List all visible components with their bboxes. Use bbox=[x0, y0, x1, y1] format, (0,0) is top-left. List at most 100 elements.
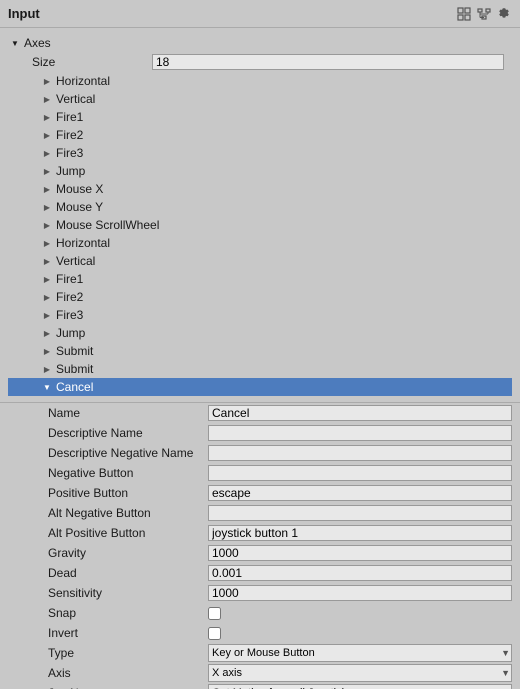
item-arrow-16: ▶ bbox=[40, 362, 54, 376]
prop-sensitivity-row: Sensitivity bbox=[0, 583, 520, 603]
item-label-7: Mouse Y bbox=[56, 200, 103, 214]
axes-item-4[interactable]: ▶ Fire3 bbox=[8, 144, 512, 162]
prop-invert-checkbox[interactable] bbox=[208, 627, 221, 640]
axes-item-6[interactable]: ▶ Mouse X bbox=[8, 180, 512, 198]
axes-item-2[interactable]: ▶ Fire1 bbox=[8, 108, 512, 126]
item-arrow-10: ▶ bbox=[40, 254, 54, 268]
title-bar: Input bbox=[0, 0, 520, 28]
prop-alt-neg-button-label: Alt Negative Button bbox=[48, 506, 208, 520]
item-label-10: Vertical bbox=[56, 254, 95, 268]
size-input[interactable] bbox=[152, 54, 504, 70]
item-arrow-4: ▶ bbox=[40, 146, 54, 160]
prop-type-row: Type Key or Mouse Button Mouse Movement … bbox=[0, 643, 520, 663]
axes-item-15[interactable]: ▶ Submit bbox=[8, 342, 512, 360]
item-arrow-14: ▶ bbox=[40, 326, 54, 340]
settings-icon[interactable] bbox=[496, 6, 512, 22]
item-label-4: Fire3 bbox=[56, 146, 83, 160]
prop-axis-select-wrapper: X axis Y axis Z axis ▼ bbox=[208, 664, 512, 682]
axes-item-13[interactable]: ▶ Fire3 bbox=[8, 306, 512, 324]
item-label-15: Submit bbox=[56, 344, 93, 358]
prop-name-label: Name bbox=[48, 406, 208, 420]
axes-section: ▼ Axes Size ▶ Horizontal ▶ Vertical ▶ Fi… bbox=[0, 32, 520, 398]
prop-alt-pos-button-row: Alt Positive Button bbox=[0, 523, 520, 543]
cancel-label: Cancel bbox=[56, 380, 93, 394]
prop-pos-button-row: Positive Button bbox=[0, 483, 520, 503]
hierarchy-icon[interactable] bbox=[476, 6, 492, 22]
axes-item-cancel[interactable]: ▼ Cancel bbox=[8, 378, 512, 396]
prop-neg-button-label: Negative Button bbox=[48, 466, 208, 480]
prop-desc-neg-name-input[interactable] bbox=[208, 445, 512, 461]
prop-gravity-input[interactable] bbox=[208, 545, 512, 561]
main-content: ▼ Axes Size ▶ Horizontal ▶ Vertical ▶ Fi… bbox=[0, 28, 520, 689]
item-arrow-3: ▶ bbox=[40, 128, 54, 142]
prop-snap-row: Snap bbox=[0, 603, 520, 623]
prop-joy-num-row: Joy Num Get Motion from all Joysticks Jo… bbox=[0, 683, 520, 689]
item-arrow-7: ▶ bbox=[40, 200, 54, 214]
item-arrow-0: ▶ bbox=[40, 74, 54, 88]
axes-item-7[interactable]: ▶ Mouse Y bbox=[8, 198, 512, 216]
item-label-11: Fire1 bbox=[56, 272, 83, 286]
prop-joy-num-select-wrapper: Get Motion from all Joysticks Joystick 1… bbox=[208, 684, 512, 689]
prop-axis-select[interactable]: X axis Y axis Z axis bbox=[208, 664, 512, 682]
axes-expand-arrow: ▼ bbox=[8, 36, 22, 50]
item-arrow-15: ▶ bbox=[40, 344, 54, 358]
axes-header[interactable]: ▼ Axes bbox=[8, 34, 512, 52]
prop-name-input[interactable] bbox=[208, 405, 512, 421]
prop-pos-button-input[interactable] bbox=[208, 485, 512, 501]
size-row: Size bbox=[8, 52, 512, 72]
axes-item-8[interactable]: ▶ Mouse ScrollWheel bbox=[8, 216, 512, 234]
prop-dead-row: Dead bbox=[0, 563, 520, 583]
axes-item-1[interactable]: ▶ Vertical bbox=[8, 90, 512, 108]
prop-alt-neg-button-input[interactable] bbox=[208, 505, 512, 521]
axes-item-0[interactable]: ▶ Horizontal bbox=[8, 72, 512, 90]
item-label-2: Fire1 bbox=[56, 110, 83, 124]
axes-item-10[interactable]: ▶ Vertical bbox=[8, 252, 512, 270]
axes-item-5[interactable]: ▶ Jump bbox=[8, 162, 512, 180]
item-label-12: Fire2 bbox=[56, 290, 83, 304]
prop-type-label: Type bbox=[48, 646, 208, 660]
prop-desc-name-input[interactable] bbox=[208, 425, 512, 441]
prop-alt-pos-button-label: Alt Positive Button bbox=[48, 526, 208, 540]
prop-sensitivity-label: Sensitivity bbox=[48, 586, 208, 600]
item-label-1: Vertical bbox=[56, 92, 95, 106]
item-label-14: Jump bbox=[56, 326, 85, 340]
axes-item-11[interactable]: ▶ Fire1 bbox=[8, 270, 512, 288]
prop-dead-input[interactable] bbox=[208, 565, 512, 581]
prop-desc-neg-name-label: Descriptive Negative Name bbox=[48, 446, 208, 460]
prop-alt-pos-button-input[interactable] bbox=[208, 525, 512, 541]
window-title: Input bbox=[8, 6, 40, 21]
prop-desc-name-label: Descriptive Name bbox=[48, 426, 208, 440]
prop-axis-row: Axis X axis Y axis Z axis ▼ bbox=[0, 663, 520, 683]
prop-type-select[interactable]: Key or Mouse Button Mouse Movement Joyst… bbox=[208, 644, 512, 662]
properties-section: Name Descriptive Name Descriptive Negati… bbox=[0, 402, 520, 689]
item-arrow-6: ▶ bbox=[40, 182, 54, 196]
prop-alt-neg-button-row: Alt Negative Button bbox=[0, 503, 520, 523]
prop-name-row: Name bbox=[0, 403, 520, 423]
item-arrow-2: ▶ bbox=[40, 110, 54, 124]
axes-item-12[interactable]: ▶ Fire2 bbox=[8, 288, 512, 306]
prop-type-select-wrapper: Key or Mouse Button Mouse Movement Joyst… bbox=[208, 644, 512, 662]
item-arrow-12: ▶ bbox=[40, 290, 54, 304]
layout-icon[interactable] bbox=[456, 6, 472, 22]
axes-item-3[interactable]: ▶ Fire2 bbox=[8, 126, 512, 144]
prop-sensitivity-input[interactable] bbox=[208, 585, 512, 601]
prop-invert-row: Invert bbox=[0, 623, 520, 643]
item-arrow-5: ▶ bbox=[40, 164, 54, 178]
prop-invert-label: Invert bbox=[48, 626, 208, 640]
axes-item-16[interactable]: ▶ Submit bbox=[8, 360, 512, 378]
prop-snap-label: Snap bbox=[48, 606, 208, 620]
prop-neg-button-input[interactable] bbox=[208, 465, 512, 481]
item-label-6: Mouse X bbox=[56, 182, 103, 196]
prop-joy-num-select[interactable]: Get Motion from all Joysticks Joystick 1… bbox=[208, 684, 512, 689]
prop-snap-checkbox[interactable] bbox=[208, 607, 221, 620]
axes-item-14[interactable]: ▶ Jump bbox=[8, 324, 512, 342]
axes-item-9[interactable]: ▶ Horizontal bbox=[8, 234, 512, 252]
prop-gravity-row: Gravity bbox=[0, 543, 520, 563]
prop-dead-label: Dead bbox=[48, 566, 208, 580]
item-arrow-11: ▶ bbox=[40, 272, 54, 286]
prop-desc-name-row: Descriptive Name bbox=[0, 423, 520, 443]
size-label: Size bbox=[32, 55, 152, 69]
axes-label: Axes bbox=[24, 36, 51, 50]
item-label-0: Horizontal bbox=[56, 74, 110, 88]
item-label-16: Submit bbox=[56, 362, 93, 376]
